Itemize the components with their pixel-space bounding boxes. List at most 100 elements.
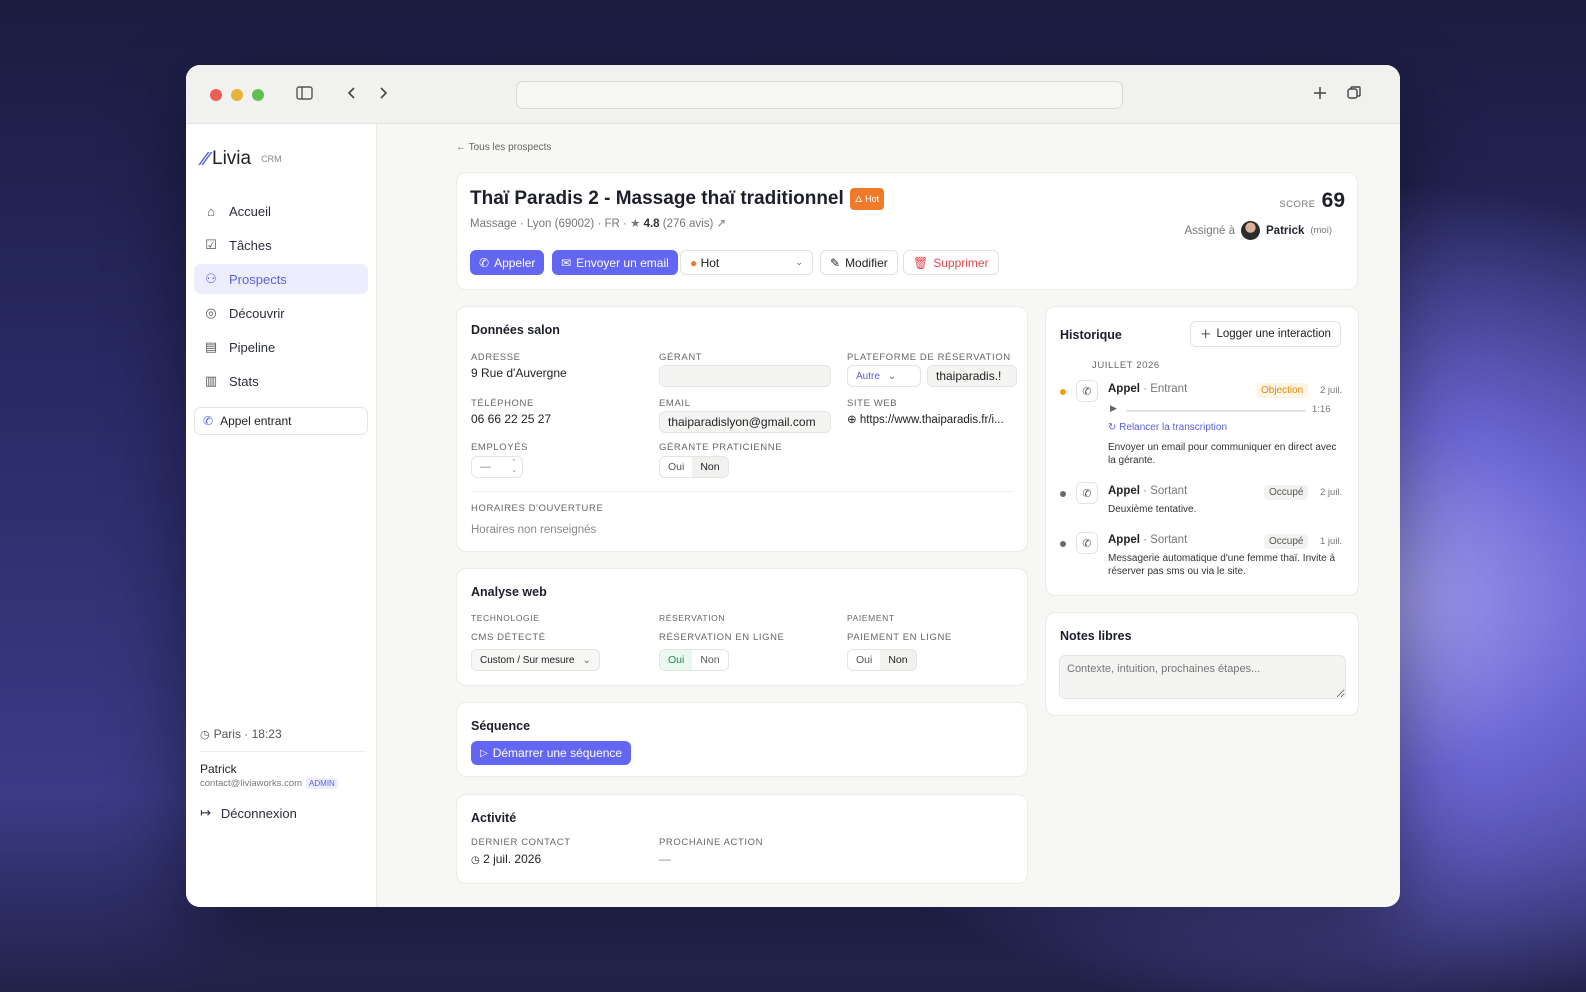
website-link[interactable]: ⊕ https://www.thaiparadis.fr/i...: [847, 412, 1004, 426]
forward-icon[interactable]: [377, 85, 389, 105]
web-card-title: Analyse web: [471, 585, 547, 599]
history-note: Envoyer un email pour communiquer en dir…: [1108, 442, 1337, 466]
external-link-icon[interactable]: ↗: [716, 218, 726, 230]
incoming-call-button[interactable]: ✆ Appel entrant: [194, 407, 368, 435]
activity-card-title: Activité: [471, 811, 517, 825]
edit-button[interactable]: ✎ Modifier: [820, 250, 898, 275]
call-button[interactable]: ✆ Appeler: [470, 250, 545, 275]
chevron-down-icon: ⌄: [795, 257, 803, 267]
start-sequence-button[interactable]: ▷ Démarrer une séquence: [471, 741, 632, 765]
avatar: [1241, 221, 1260, 240]
platform-select[interactable]: Autre ⌄: [847, 365, 921, 387]
toggle-yes[interactable]: Oui: [660, 457, 692, 477]
toggle-no[interactable]: Non: [880, 650, 916, 670]
delete-button[interactable]: 🗑 Supprimer: [903, 250, 999, 275]
play-icon: ▷: [480, 747, 488, 759]
phone-value[interactable]: 06 66 22 25 27: [471, 412, 551, 426]
online-reservation-label: RÉSERVATION EN LIGNE: [659, 632, 785, 643]
maximize-window-button[interactable]: [252, 89, 264, 101]
page-title: Thaï Paradis 2 - Massage thaï traditionn…: [470, 188, 885, 210]
audio-player[interactable]: ▶ 1:16: [1110, 403, 1342, 415]
online-reservation-toggle[interactable]: Oui Non: [659, 649, 729, 671]
prospect-country: FR: [604, 218, 620, 230]
audio-progress-track[interactable]: [1126, 410, 1306, 412]
employees-stepper[interactable]: — ⌃ ⌄: [471, 456, 523, 478]
status-select[interactable]: ● Hot ⌄: [680, 250, 813, 275]
new-tab-icon[interactable]: [1312, 85, 1328, 105]
timeline-dot: [1060, 491, 1066, 497]
history-card: Historique ＋ Logger une interaction JUILL…: [1045, 306, 1359, 596]
main-content: ← Tous les prospects Thaï Paradis 2 - Ma…: [378, 124, 1400, 907]
score-label: SCORE: [1279, 199, 1316, 210]
sidebar-item-taches[interactable]: ☑ Tâches: [194, 230, 368, 260]
outcome-tag: Occupé: [1264, 485, 1309, 500]
email-input[interactable]: thaiparadislyon@gmail.com: [659, 411, 831, 433]
address-label: ADRESSE: [471, 352, 521, 363]
sidebar-item-accueil[interactable]: ⌂ Accueil: [194, 196, 368, 226]
sidebar-toggle-icon[interactable]: [296, 85, 314, 105]
star-icon: ★: [630, 218, 641, 230]
manager-input[interactable]: [659, 365, 831, 387]
sidebar: ⁄⁄ Livia CRM ⌂ Accueil ☑ Tâches ⚇ Prospects…: [186, 124, 377, 907]
retry-transcription-link[interactable]: ↻ Relancer la transcription: [1108, 422, 1227, 433]
breadcrumb-link[interactable]: Tous les prospects: [469, 142, 552, 153]
history-card-title: Historique: [1060, 328, 1122, 342]
last-contact-label: DERNIER CONTACT: [471, 837, 571, 848]
send-email-button[interactable]: ✉ Envoyer un email: [552, 250, 678, 275]
sidebar-item-stats[interactable]: ▥ Stats: [194, 366, 368, 396]
hours-value[interactable]: Horaires non renseignés: [471, 524, 596, 536]
prospect-rating: 4.8: [643, 218, 660, 230]
checkbox-icon: ☑: [205, 237, 217, 252]
globe-icon: ⊕: [847, 414, 857, 426]
back-icon[interactable]: [346, 85, 358, 105]
next-action-label: PROCHAINE ACTION: [659, 837, 764, 848]
hours-label: HORAIRES D'OUVERTURE: [471, 503, 604, 514]
tabs-overview-icon[interactable]: [1346, 85, 1362, 105]
platform-label: PLATEFORME DE RÉSERVATION: [847, 352, 1011, 363]
phone-icon: ✆: [1076, 380, 1098, 402]
address-bar[interactable]: [516, 81, 1123, 109]
history-date: 2 juil.: [1320, 487, 1343, 498]
audio-duration: 1:16: [1312, 404, 1331, 415]
assignee-name: Patrick: [1266, 224, 1305, 237]
app-logo[interactable]: ⁄⁄ Livia CRM: [202, 148, 282, 170]
assigned-label: Assigné à: [1184, 224, 1235, 237]
score: SCORE 69: [1279, 189, 1345, 213]
phone-icon: ✆: [1076, 482, 1098, 504]
email-label: EMAIL: [659, 398, 691, 409]
breadcrumb[interactable]: ← Tous les prospects: [456, 142, 551, 153]
trash-icon: 🗑: [913, 255, 929, 270]
clock-icon: ◷: [471, 855, 480, 866]
sidebar-item-pipeline[interactable]: ▤ Pipeline: [194, 332, 368, 362]
play-icon[interactable]: ▶: [1110, 403, 1117, 414]
prospect-header-card: Thaï Paradis 2 - Massage thaï traditionn…: [456, 172, 1358, 290]
pencil-icon: ✎: [830, 255, 841, 270]
role-badge: ADMIN: [306, 778, 338, 789]
notes-textarea[interactable]: [1059, 655, 1346, 699]
sidebar-item-prospects[interactable]: ⚇ Prospects: [194, 264, 368, 294]
practitioner-toggle[interactable]: Oui Non: [659, 456, 729, 478]
website-label: SITE WEB: [847, 398, 898, 409]
platform-url-input[interactable]: thaiparadis.!: [927, 365, 1017, 387]
refresh-icon: ↻: [1108, 422, 1117, 433]
assignee[interactable]: Assigné à Patrick (moi): [1184, 221, 1332, 240]
address-value[interactable]: 9 Rue d'Auvergne: [471, 366, 567, 380]
logout-button[interactable]: ↦ Déconnexion: [200, 805, 365, 821]
stepper-arrows-icon[interactable]: ⌃ ⌄: [511, 459, 517, 475]
user-name: Patrick: [200, 762, 237, 776]
minimize-window-button[interactable]: [231, 89, 243, 101]
local-clock: ◷ Paris · 18:23: [200, 727, 365, 752]
toggle-yes[interactable]: Oui: [848, 650, 880, 670]
sidebar-item-label: Stats: [229, 373, 259, 389]
logo-tag: CRM: [261, 154, 282, 164]
log-interaction-button[interactable]: ＋ Logger une interaction: [1190, 321, 1341, 347]
toggle-no[interactable]: Non: [692, 457, 728, 477]
logout-icon: ↦: [200, 805, 211, 820]
close-window-button[interactable]: [210, 89, 222, 101]
history-date: 2 juil.: [1320, 385, 1343, 396]
toggle-no[interactable]: Non: [692, 650, 727, 670]
cms-select[interactable]: Custom / Sur mesure ⌄: [471, 649, 600, 671]
toggle-yes[interactable]: Oui: [660, 650, 693, 670]
sidebar-item-decouvrir[interactable]: ◎ Découvrir: [194, 298, 368, 328]
online-payment-toggle[interactable]: Oui Non: [847, 649, 917, 671]
